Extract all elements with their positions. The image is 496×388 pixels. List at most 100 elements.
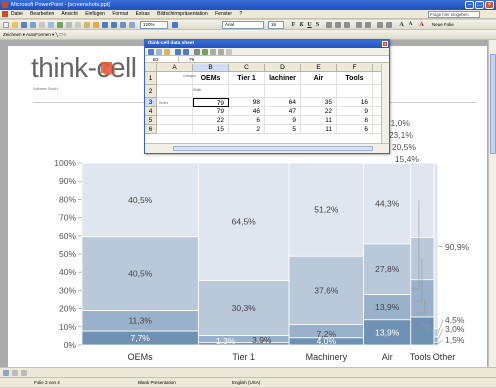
data-label: 1,5% xyxy=(445,335,465,345)
datasheet-vertical-scrollbar[interactable] xyxy=(381,64,389,143)
datasheet-cell[interactable] xyxy=(157,85,193,98)
datasheet-category-cell[interactable]: lachiner xyxy=(265,72,301,85)
datasheet-cut-icon[interactable] xyxy=(148,49,154,55)
datasheet-scroll-thumb[interactable] xyxy=(173,146,373,151)
datasheet-value-cell[interactable]: 79 xyxy=(193,98,229,107)
datasheet-row-header[interactable]: 5 xyxy=(145,116,157,125)
datasheet-cell[interactable] xyxy=(229,85,265,98)
datasheet-cell[interactable] xyxy=(301,85,337,98)
datasheet-cell[interactable] xyxy=(157,107,193,116)
x-axis-label: Machinery xyxy=(306,352,348,362)
datasheet-value-cell[interactable]: 98 xyxy=(229,98,265,107)
datasheet-row-header[interactable]: 4 xyxy=(145,107,157,116)
datasheet-width-label: Width xyxy=(193,88,202,92)
slideshow-view-icon[interactable] xyxy=(21,370,27,376)
datasheet-value-cell[interactable]: 6 xyxy=(337,125,373,134)
datasheet-column-header[interactable]: G xyxy=(373,64,381,72)
datasheet-function-icon[interactable] xyxy=(202,49,208,55)
datasheet-column-header[interactable]: E xyxy=(301,64,337,72)
status-bar: Folie 3 von 4 Blank Presentation English… xyxy=(0,377,496,387)
datasheet-row-header[interactable]: 2 xyxy=(145,85,157,98)
datasheet-value-cell[interactable]: 0,2 xyxy=(373,116,381,125)
datasheet-undo-icon[interactable] xyxy=(175,49,181,55)
datasheet-category-cell[interactable]: Tier 1 xyxy=(229,72,265,85)
data-label: 13,9% xyxy=(375,302,400,312)
datasheet-value-cell[interactable]: 6 xyxy=(373,98,381,107)
datasheet-category-cell[interactable]: OEMs xyxy=(193,72,229,85)
datasheet-formula-value[interactable]: 79 xyxy=(189,56,194,63)
datasheet-format-icon[interactable] xyxy=(226,49,232,55)
datasheet-value-cell[interactable]: 15 xyxy=(193,125,229,134)
datasheet-value-cell[interactable]: 46 xyxy=(229,107,265,116)
datasheet-value-cell[interactable]: 79 xyxy=(193,107,229,116)
datasheet-column-header[interactable]: F xyxy=(337,64,373,72)
data-label: 30,3% xyxy=(232,303,257,313)
datasheet-row-header[interactable]: 3 xyxy=(145,98,157,107)
datasheet-value-cell[interactable]: 64 xyxy=(265,98,301,107)
datasheet-value-cell[interactable]: 47 xyxy=(265,107,301,116)
bar-segment xyxy=(433,162,439,330)
data-label: 51,2% xyxy=(314,205,339,215)
datasheet-value-cell[interactable]: 5 xyxy=(265,125,301,134)
datasheet-value-cell[interactable]: 0,3 xyxy=(373,107,381,116)
normal-view-icon[interactable] xyxy=(3,370,9,376)
data-label: 37,6% xyxy=(314,285,339,295)
sorter-view-icon[interactable] xyxy=(12,370,18,376)
datasheet-value-cell[interactable]: 6 xyxy=(229,116,265,125)
datasheet-value-cell[interactable]: 8 xyxy=(337,116,373,125)
leader-line xyxy=(437,339,444,344)
datasheet-category-cell[interactable]: Tools xyxy=(337,72,373,85)
datasheet-horizontal-scrollbar[interactable] xyxy=(145,143,389,153)
datasheet-row-header[interactable]: 1 xyxy=(145,72,157,85)
datasheet-value-cell[interactable]: 22 xyxy=(301,107,337,116)
datasheet-cell[interactable] xyxy=(373,85,381,98)
datasheet-value-cell[interactable]: 22 xyxy=(193,116,229,125)
datasheet-close-button[interactable]: × xyxy=(382,41,388,47)
datasheet-cell[interactable] xyxy=(157,116,193,125)
y-axis-label: 10% xyxy=(59,322,76,332)
datasheet-category-cell[interactable]: Other xyxy=(373,72,381,85)
datasheet-value-cell[interactable]: 9 xyxy=(337,107,373,116)
datasheet-transpose-icon[interactable] xyxy=(194,49,200,55)
data-label: 15,4% xyxy=(395,154,420,164)
datasheet-column-header[interactable]: B xyxy=(193,64,229,72)
datasheet-percent-icon[interactable] xyxy=(218,49,224,55)
datasheet-paste-icon[interactable] xyxy=(164,49,170,55)
data-label: 40,5% xyxy=(128,269,153,279)
bar-segment xyxy=(433,328,439,338)
bar-segment xyxy=(410,279,435,318)
datasheet-window[interactable]: think-cell data sheet × B3 79 ABCDEFG 1 OE… xyxy=(144,39,390,154)
datasheet-series-label: Series xyxy=(159,101,169,105)
data-label: 23,1% xyxy=(389,130,414,140)
datasheet-cell[interactable] xyxy=(265,85,301,98)
datasheet-value-cell[interactable]: 0,1 xyxy=(373,125,381,134)
datasheet-cell[interactable] xyxy=(337,85,373,98)
datasheet-category-cell[interactable]: Air xyxy=(301,72,337,85)
datasheet-value-cell[interactable]: 35 xyxy=(301,98,337,107)
datasheet-redo-icon[interactable] xyxy=(183,49,189,55)
data-label: 7,7% xyxy=(130,333,150,343)
y-axis-label: 30% xyxy=(59,285,76,295)
datasheet-column-header[interactable]: D xyxy=(265,64,301,72)
datasheet-value-cell[interactable]: 16 xyxy=(337,98,373,107)
y-axis-label: 0% xyxy=(64,340,77,350)
datasheet-formula-bar: B3 79 xyxy=(145,56,389,63)
datasheet-cell[interactable] xyxy=(157,125,193,134)
data-label: 7,2% xyxy=(317,329,337,339)
datasheet-decimal-icon[interactable] xyxy=(210,49,216,55)
datasheet-column-header[interactable]: C xyxy=(229,64,265,72)
datasheet-grid[interactable]: ABCDEFG 1 OEMsTier 1lachinerAirToolsOther 2… xyxy=(145,64,381,143)
datasheet-value-cell[interactable]: 11 xyxy=(301,116,337,125)
datasheet-copy-icon[interactable] xyxy=(156,49,162,55)
datasheet-value-cell[interactable]: 11 xyxy=(301,125,337,134)
datasheet-value-cell[interactable]: 9 xyxy=(265,116,301,125)
x-axis-label: Other xyxy=(433,352,456,362)
datasheet-corner[interactable] xyxy=(145,64,157,72)
datasheet-column-header[interactable]: A xyxy=(157,64,193,72)
datasheet-row-header[interactable]: 6 xyxy=(145,125,157,134)
datasheet-value-cell[interactable]: 2 xyxy=(229,125,265,134)
y-axis-label: 90% xyxy=(59,176,76,186)
data-label: 3,9% xyxy=(252,335,272,345)
data-label: 11,3% xyxy=(128,316,152,326)
datasheet-namebox[interactable]: B3 xyxy=(147,56,179,62)
